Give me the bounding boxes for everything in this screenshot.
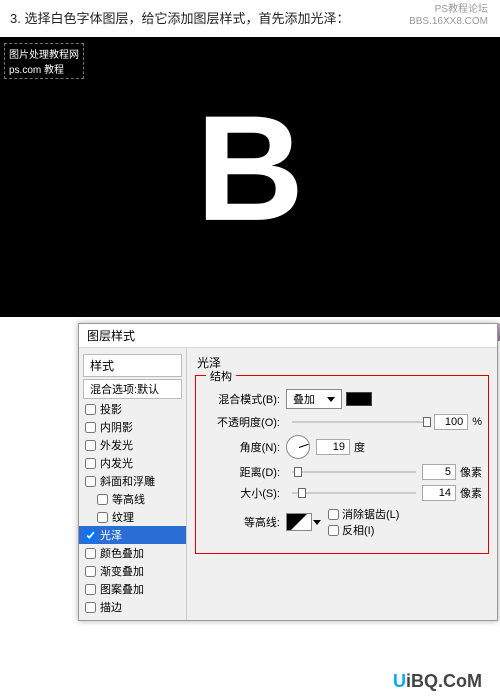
checkbox-bevel[interactable] <box>85 476 96 487</box>
angle-label: 角度(N): <box>202 439 280 455</box>
watermark-line2: BBS.16XX8.COM <box>409 16 488 27</box>
invert-label: 反相(I) <box>342 522 374 538</box>
angle-unit: 度 <box>354 439 365 455</box>
color-swatch[interactable] <box>346 392 372 406</box>
distance-slider[interactable] <box>292 471 416 473</box>
row-contour: 等高线: 消除锯齿(L) 反相(I) <box>202 506 482 538</box>
chevron-down-icon <box>327 397 335 402</box>
contour-picker[interactable] <box>286 513 312 531</box>
label-outer-glow: 外发光 <box>100 437 133 453</box>
source-watermark-badge: 图片处理教程网 ps.com 教程 <box>4 43 84 79</box>
row-blend-mode: 混合模式(B): 叠加 <box>202 389 482 409</box>
checkbox-satin[interactable] <box>85 530 96 541</box>
blend-mode-select[interactable]: 叠加 <box>286 389 342 409</box>
sidebar-blend-options[interactable]: 混合选项:默认 <box>83 379 182 399</box>
angle-dial[interactable] <box>286 435 310 459</box>
sidebar-item-texture[interactable]: 纹理 <box>79 508 186 526</box>
invert-checkbox[interactable] <box>328 525 339 536</box>
sidebar-item-satin[interactable]: 光泽 <box>79 526 186 544</box>
label-contour: 等高线 <box>112 491 145 507</box>
angle-value[interactable]: 19 <box>316 439 350 455</box>
row-size: 大小(S): 14 像素 <box>202 485 482 501</box>
blend-mode-value: 叠加 <box>293 391 315 407</box>
distance-value[interactable]: 5 <box>422 464 456 480</box>
row-opacity: 不透明度(O): 100 % <box>202 414 482 430</box>
checkbox-gradient-overlay[interactable] <box>85 566 96 577</box>
antialias-check-row[interactable]: 消除锯齿(L) <box>328 506 399 522</box>
dialog-title: 图层样式 <box>79 324 497 348</box>
size-value[interactable]: 14 <box>422 485 456 501</box>
logo-u: U <box>393 671 406 691</box>
watermark-line1: PS教程论坛 <box>435 4 488 15</box>
label-inner-glow: 内发光 <box>100 455 133 471</box>
layer-style-dialog: 图层样式 样式 混合选项:默认 投影 内阴影 外发光 内发光 斜面和浮雕 等高线… <box>78 323 498 621</box>
logo-rest: iBQ.CoM <box>406 671 482 691</box>
label-gradient-overlay: 渐变叠加 <box>100 563 144 579</box>
badge-line1: 图片处理教程网 <box>9 46 79 61</box>
dial-hand-icon <box>299 444 309 448</box>
label-drop-shadow: 投影 <box>100 401 122 417</box>
sidebar-item-stroke[interactable]: 描边 <box>79 598 186 616</box>
checkbox-contour[interactable] <box>97 494 108 505</box>
contour-label: 等高线: <box>202 514 280 530</box>
checkbox-pattern-overlay[interactable] <box>85 584 96 595</box>
sidebar-item-bevel[interactable]: 斜面和浮雕 <box>79 472 186 490</box>
sidebar-item-gradient-overlay[interactable]: 渐变叠加 <box>79 562 186 580</box>
opacity-slider[interactable] <box>292 421 428 423</box>
checkbox-stroke[interactable] <box>85 602 96 613</box>
antialias-checkbox[interactable] <box>328 509 339 520</box>
label-stroke: 描边 <box>100 599 122 615</box>
checkbox-texture[interactable] <box>97 512 108 523</box>
opacity-label: 不透明度(O): <box>202 414 280 430</box>
row-angle: 角度(N): 19 度 <box>202 435 482 459</box>
label-bevel: 斜面和浮雕 <box>100 473 155 489</box>
sidebar-item-inner-glow[interactable]: 内发光 <box>79 454 186 472</box>
blend-mode-label: 混合模式(B): <box>202 391 280 407</box>
label-texture: 纹理 <box>112 509 134 525</box>
sidebar-item-color-overlay[interactable]: 颜色叠加 <box>79 544 186 562</box>
distance-label: 距离(D): <box>202 464 280 480</box>
sidebar-item-contour[interactable]: 等高线 <box>79 490 186 508</box>
opacity-unit: % <box>472 416 482 428</box>
distance-unit: 像素 <box>460 464 482 480</box>
header-watermark: PS教程论坛 BBS.16XX8.COM <box>409 4 488 28</box>
checkbox-inner-shadow[interactable] <box>85 422 96 433</box>
canvas-letter: B <box>196 82 304 255</box>
effects-sidebar: 样式 混合选项:默认 投影 内阴影 外发光 内发光 斜面和浮雕 等高线 纹理 光… <box>79 348 187 620</box>
antialias-label: 消除锯齿(L) <box>342 506 399 522</box>
opacity-value[interactable]: 100 <box>434 414 468 430</box>
sidebar-item-inner-shadow[interactable]: 内阴影 <box>79 418 186 436</box>
sidebar-item-pattern-overlay[interactable]: 图案叠加 <box>79 580 186 598</box>
panel-title: 光泽 <box>197 354 489 371</box>
footer-watermark: UiBQ.CoM <box>393 671 482 692</box>
sidebar-item-outer-glow[interactable]: 外发光 <box>79 436 186 454</box>
label-pattern-overlay: 图案叠加 <box>100 581 144 597</box>
group-legend: 结构 <box>206 368 236 384</box>
label-inner-shadow: 内阴影 <box>100 419 133 435</box>
size-thumb[interactable] <box>298 488 306 498</box>
size-label: 大小(S): <box>202 485 280 501</box>
sidebar-item-drop-shadow[interactable]: 投影 <box>79 400 186 418</box>
invert-check-row[interactable]: 反相(I) <box>328 522 399 538</box>
sidebar-header[interactable]: 样式 <box>83 354 182 377</box>
checkbox-color-overlay[interactable] <box>85 548 96 559</box>
opacity-thumb[interactable] <box>423 417 431 427</box>
structure-group: 结构 混合模式(B): 叠加 不透明度(O): 100 % <box>195 375 489 554</box>
chevron-down-icon <box>313 520 321 525</box>
checkbox-inner-glow[interactable] <box>85 458 96 469</box>
checkbox-outer-glow[interactable] <box>85 440 96 451</box>
distance-thumb[interactable] <box>294 467 302 477</box>
row-distance: 距离(D): 5 像素 <box>202 464 482 480</box>
checkbox-drop-shadow[interactable] <box>85 404 96 415</box>
label-satin: 光泽 <box>100 527 122 543</box>
size-unit: 像素 <box>460 485 482 501</box>
label-color-overlay: 颜色叠加 <box>100 545 144 561</box>
satin-panel: 光泽 结构 混合模式(B): 叠加 不透明度(O): 10 <box>187 348 497 620</box>
size-slider[interactable] <box>292 492 416 494</box>
photoshop-canvas: 图片处理教程网 ps.com 教程 B <box>0 37 500 317</box>
badge-line2: ps.com 教程 <box>9 61 79 76</box>
